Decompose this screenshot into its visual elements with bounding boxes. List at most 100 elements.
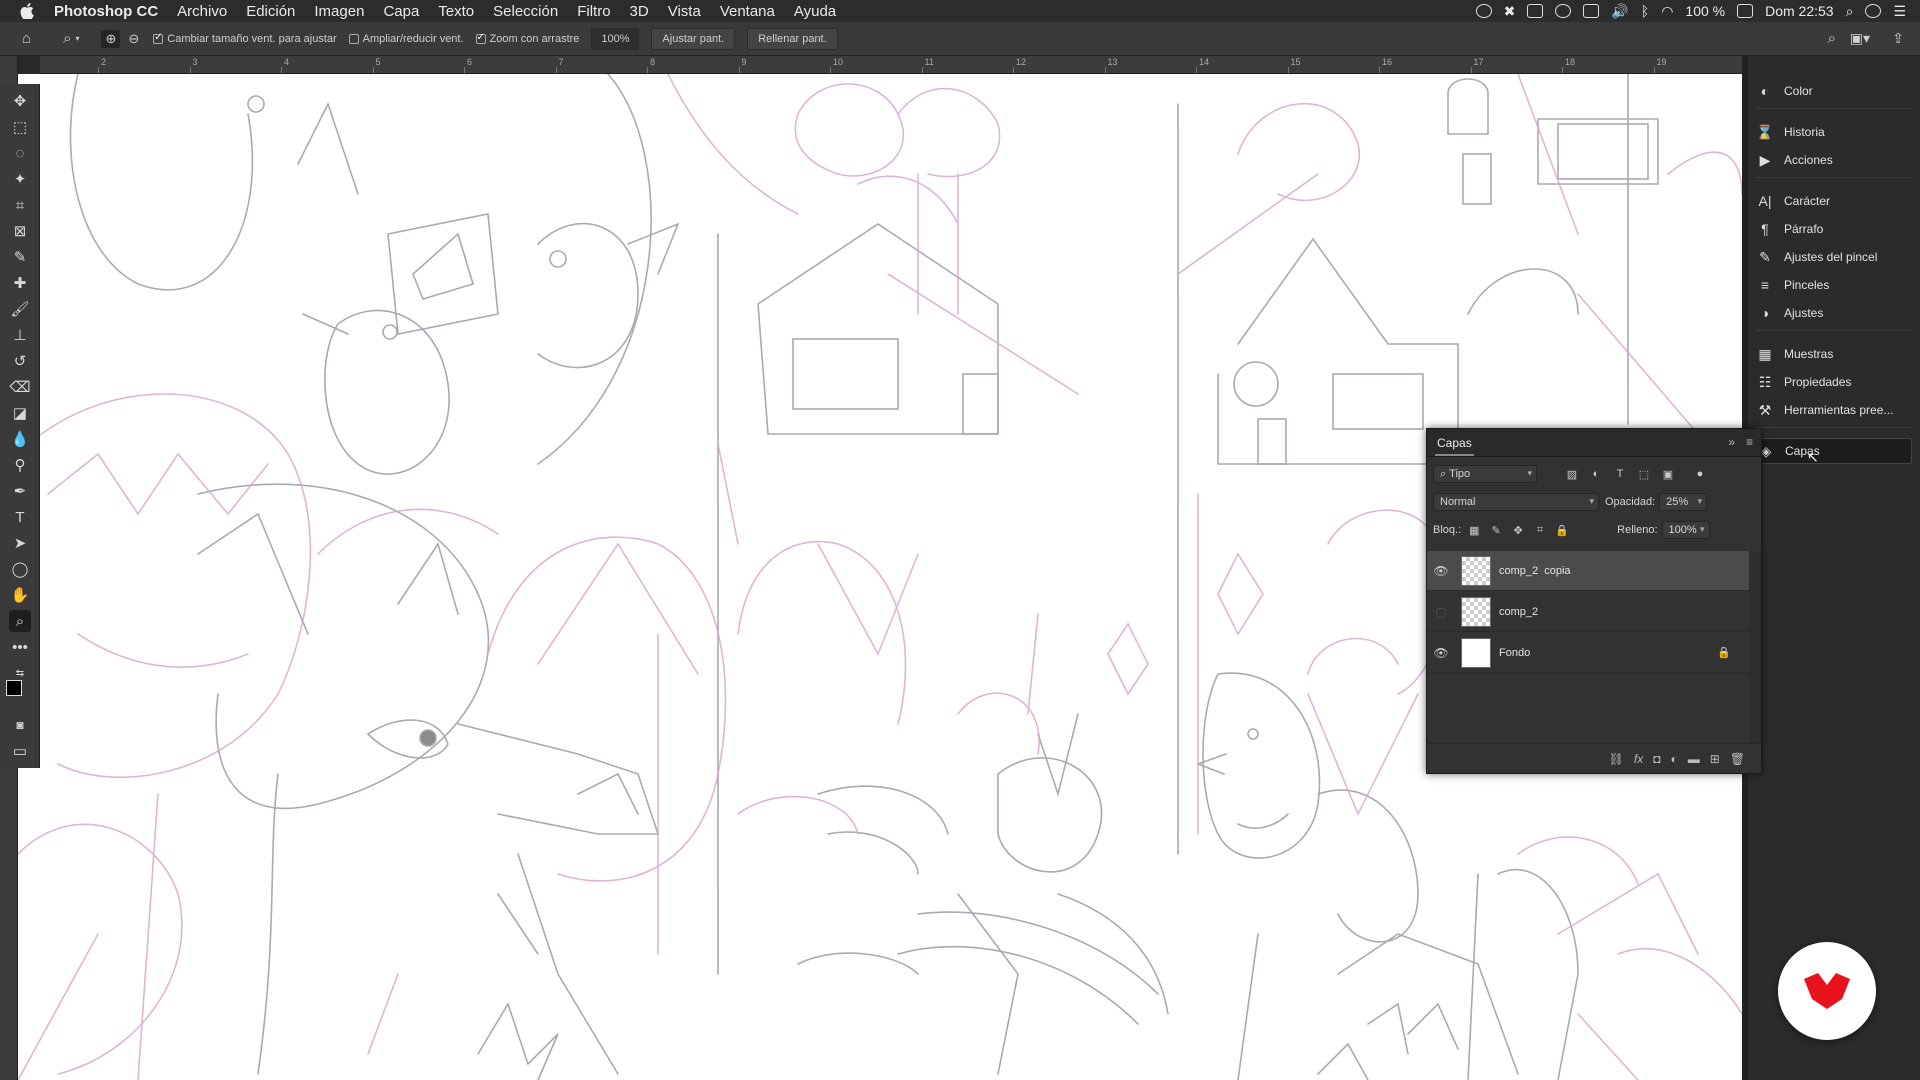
- layer-row-comp2-copia[interactable]: 👁 comp_2 copia: [1427, 551, 1749, 591]
- bluetooth-icon[interactable]: ᛒ: [1641, 3, 1649, 19]
- dock-item-actions[interactable]: ▶ Acciones: [1756, 147, 1912, 173]
- wifi-icon[interactable]: ◠: [1661, 3, 1673, 20]
- new-group-folder-icon[interactable]: ▬: [1688, 752, 1700, 766]
- fill-screen-button[interactable]: Rellenar pant.: [747, 27, 838, 50]
- volume-icon[interactable]: 🔊: [1611, 3, 1628, 20]
- dock-item-properties[interactable]: ☷ Propiedades: [1756, 369, 1912, 395]
- creative-cloud-icon[interactable]: [1555, 4, 1572, 18]
- dock-item-brushes[interactable]: ≡ Pinceles: [1756, 272, 1912, 298]
- zoom-in-icon[interactable]: ⊕: [101, 29, 121, 48]
- resize-windows-checkbox[interactable]: [153, 32, 164, 44]
- menu-capa[interactable]: Capa: [383, 3, 419, 20]
- apple-icon[interactable]: [20, 3, 34, 19]
- frame-tool-icon[interactable]: ⊠: [9, 220, 31, 242]
- dock-item-adjustments[interactable]: ◑ Ajustes: [1756, 300, 1912, 326]
- healing-brush-tool-icon[interactable]: ✚: [9, 272, 31, 294]
- screen-mode-icon[interactable]: ▭: [9, 740, 31, 762]
- menu-filtro[interactable]: Filtro: [577, 3, 610, 20]
- hand-tool-icon[interactable]: ✋: [9, 584, 31, 606]
- spotlight-search-icon[interactable]: ⌕: [1846, 3, 1854, 20]
- path-selection-tool-icon[interactable]: ➤: [9, 532, 31, 554]
- type-tool-icon[interactable]: T: [9, 506, 31, 528]
- notification-center-icon[interactable]: ☰: [1893, 3, 1906, 20]
- zoom-all-windows-checkbox[interactable]: [348, 33, 359, 44]
- dock-item-brush-settings[interactable]: ✎ Ajustes del pincel: [1756, 244, 1912, 270]
- tool-status-icon[interactable]: ✖: [1504, 3, 1516, 20]
- fit-screen-button[interactable]: Ajustar pant.: [651, 27, 736, 50]
- history-brush-tool-icon[interactable]: ↺: [9, 350, 31, 372]
- dodge-tool-icon[interactable]: ⚲: [9, 454, 31, 476]
- menu-vista[interactable]: Vista: [668, 3, 701, 20]
- menu-imagen[interactable]: Imagen: [314, 3, 364, 20]
- visibility-eye-icon[interactable]: 👁: [1427, 564, 1455, 578]
- lock-icon[interactable]: 🔒: [1717, 646, 1731, 659]
- new-layer-icon[interactable]: ⊞: [1710, 752, 1720, 766]
- scrubby-zoom-checkbox[interactable]: [475, 32, 486, 44]
- new-adjustment-layer-icon[interactable]: ◐: [1670, 752, 1677, 766]
- layer-style-fx-icon[interactable]: fx: [1634, 752, 1643, 766]
- layer-row-fondo[interactable]: 👁 Fondo 🔒: [1427, 633, 1749, 673]
- move-tool-icon[interactable]: ✥: [9, 90, 31, 112]
- panel-menu-icon[interactable]: ≡: [1746, 435, 1753, 449]
- layer-name[interactable]: Fondo: [1499, 647, 1530, 659]
- lock-position-icon[interactable]: ✥: [1511, 523, 1525, 537]
- lasso-tool-icon[interactable]: ◌: [9, 142, 31, 164]
- menu-ventana[interactable]: Ventana: [720, 3, 775, 20]
- clock[interactable]: Dom 22:53: [1765, 3, 1833, 19]
- pen-tool-icon[interactable]: ✒: [9, 480, 31, 502]
- share-icon[interactable]: ⇪: [1892, 30, 1904, 47]
- lock-artboard-icon[interactable]: ⌗: [1533, 523, 1547, 537]
- layers-panel-tab[interactable]: Capas: [1435, 430, 1474, 456]
- layer-name[interactable]: comp_2: [1499, 606, 1538, 618]
- dock-item-layers[interactable]: ◈ Capas ↖: [1756, 438, 1912, 465]
- dock-item-color[interactable]: ◐ Color: [1756, 78, 1912, 104]
- filter-smart-object-icon[interactable]: ▣: [1661, 467, 1675, 481]
- menu-seleccion[interactable]: Selección: [493, 3, 558, 20]
- battery-icon[interactable]: [1737, 4, 1754, 18]
- menu-archivo[interactable]: Archivo: [177, 3, 227, 20]
- quick-mask-icon[interactable]: ◙: [9, 714, 31, 736]
- display-icon[interactable]: [1527, 4, 1544, 18]
- filter-type-icon[interactable]: T: [1613, 467, 1627, 481]
- zoom-out-icon[interactable]: ⊖: [128, 31, 139, 47]
- paint-bucket-tool-icon[interactable]: ◪: [9, 402, 31, 424]
- dock-item-history[interactable]: ⌛ Historia: [1756, 119, 1912, 145]
- delete-layer-trash-icon[interactable]: 🗑: [1730, 752, 1745, 766]
- dock-item-tool-presets[interactable]: ⚒ Herramientas pree...: [1756, 397, 1912, 423]
- menu-3d[interactable]: 3D: [630, 3, 649, 20]
- filter-adjustment-icon[interactable]: ◐: [1589, 467, 1603, 481]
- menu-edicion[interactable]: Edición: [246, 3, 295, 20]
- add-mask-icon[interactable]: ◘: [1653, 752, 1660, 766]
- collapse-panel-icon[interactable]: »: [1728, 435, 1735, 449]
- zoom-tool-icon[interactable]: ⌕: [63, 30, 71, 47]
- tool-preset-dropdown-icon[interactable]: ▾: [75, 34, 79, 43]
- layers-panel-header[interactable]: Capas » ≡: [1427, 429, 1761, 457]
- lock-all-icon[interactable]: 🔒: [1555, 523, 1569, 537]
- layer-name[interactable]: comp_2 copia: [1499, 565, 1571, 577]
- dock-item-character[interactable]: A| Carácter: [1756, 188, 1912, 214]
- opacity-field[interactable]: 25% ▾: [1659, 493, 1708, 511]
- workspace-icon[interactable]: ▣▾: [1850, 30, 1870, 47]
- blur-tool-icon[interactable]: 💧: [9, 428, 31, 450]
- zoom-value-field[interactable]: 100%: [591, 27, 640, 50]
- brush-tool-icon[interactable]: 🖌: [9, 298, 31, 320]
- record-icon[interactable]: [1475, 4, 1492, 18]
- lock-pixels-icon[interactable]: ✎: [1489, 523, 1503, 537]
- dock-item-paragraph[interactable]: ¶ Párrafo: [1756, 216, 1912, 242]
- filter-toggle-icon[interactable]: ●: [1693, 467, 1707, 481]
- layer-filter-kind-dropdown[interactable]: ⌕ Tipo ▾: [1433, 465, 1537, 483]
- airplay-icon[interactable]: [1583, 4, 1600, 18]
- ruler-top[interactable]: 234567891011121314151617181920: [40, 56, 1760, 74]
- fill-field[interactable]: 100% ▾: [1661, 521, 1710, 539]
- blend-mode-dropdown[interactable]: Normal ▾: [1433, 493, 1599, 511]
- visibility-eye-icon[interactable]: 👁: [1427, 646, 1455, 660]
- shape-tool-icon[interactable]: ◯: [9, 558, 31, 580]
- layers-scrollbar[interactable]: [1749, 551, 1761, 743]
- menu-app-photoshop[interactable]: Photoshop CC: [54, 3, 158, 20]
- visibility-off-icon[interactable]: ▢: [1427, 605, 1455, 619]
- stamp-tool-icon[interactable]: ⊥: [9, 324, 31, 346]
- link-layers-icon[interactable]: ⛓: [1609, 752, 1624, 766]
- crop-tool-icon[interactable]: ⌗: [9, 194, 31, 216]
- dock-item-swatches[interactable]: ▦ Muestras: [1756, 341, 1912, 367]
- marquee-tool-icon[interactable]: ⬚: [9, 116, 31, 138]
